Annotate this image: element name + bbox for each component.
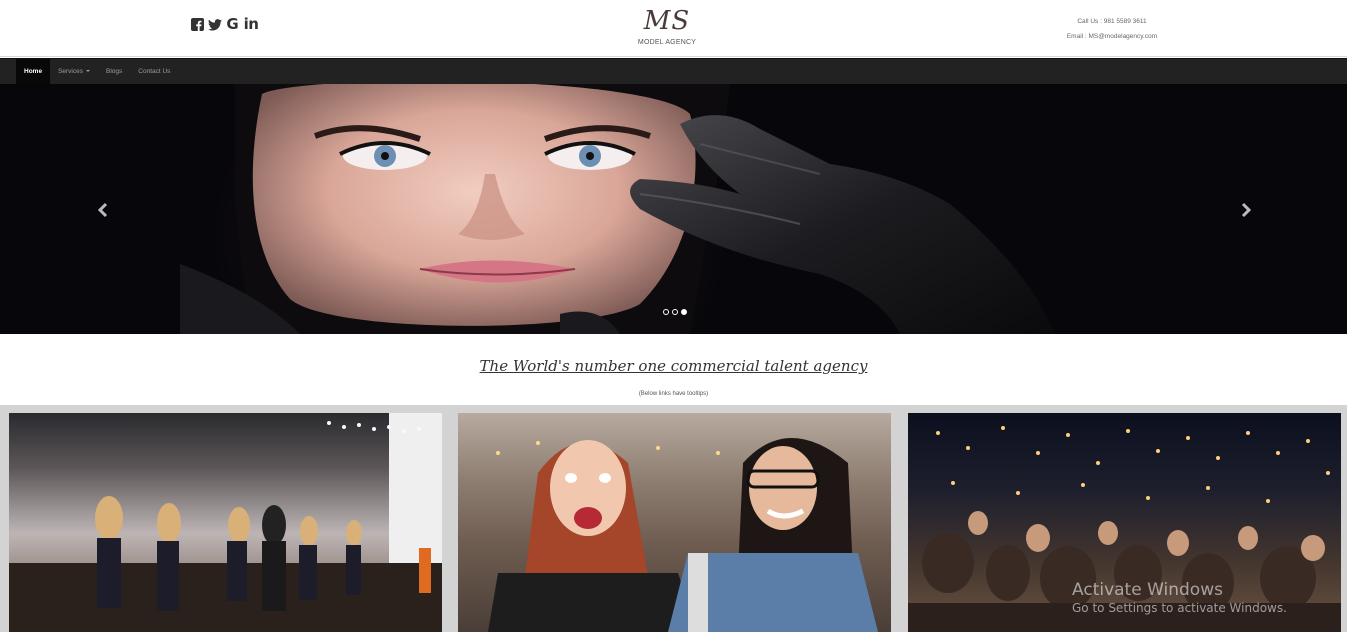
site-logo[interactable]: MS MODEL AGENCY	[617, 6, 717, 46]
nav-item-label: Services	[58, 68, 83, 75]
chevron-left-icon[interactable]	[96, 202, 110, 218]
watermark-subtitle: Go to Settings to activate Windows.	[1072, 601, 1287, 615]
linkedin-icon[interactable]: in	[243, 17, 259, 32]
runway-photo[interactable]	[9, 413, 442, 632]
logo-mark: MS	[643, 6, 691, 36]
watermark-title: Activate Windows	[1072, 580, 1223, 600]
friends-photo[interactable]	[458, 413, 891, 632]
facebook-icon[interactable]	[190, 17, 204, 32]
activate-windows-watermark: Activate Windows Go to Settings to activ…	[1072, 579, 1287, 616]
hero-carousel[interactable]	[0, 84, 1347, 334]
email-text: Email : MS@modelagency.com	[1066, 33, 1158, 40]
carousel-dot-active[interactable]	[681, 309, 687, 315]
carousel-dot[interactable]	[663, 309, 669, 315]
nav-item-blogs[interactable]: Blogs	[98, 59, 130, 84]
chevron-right-icon[interactable]	[1239, 202, 1253, 218]
tagline: The World's number one commercial talent…	[0, 357, 1347, 376]
nav-menu: Home Services Blogs Contact Us	[16, 59, 178, 84]
nav-item-contact[interactable]: Contact Us	[130, 59, 178, 84]
carousel-dot[interactable]	[672, 309, 678, 315]
carousel-indicators	[663, 309, 687, 315]
phone-text: Call Us : 981 5589 3611	[1077, 18, 1147, 25]
navbar: Home Services Blogs Contact Us	[0, 58, 1347, 84]
tagline-title[interactable]: The World's number one commercial talent…	[480, 357, 868, 375]
nav-item-services[interactable]: Services	[50, 59, 98, 84]
logo-subtitle: MODEL AGENCY	[637, 39, 697, 46]
tooltip-note: (Below links have tooltips)	[638, 391, 709, 397]
social-links: G in	[190, 17, 259, 32]
hero-image	[180, 84, 1055, 334]
contact-info: Call Us : 981 5589 3611 Email : MS@model…	[1052, 14, 1172, 44]
twitter-icon[interactable]	[208, 17, 222, 32]
google-icon[interactable]: G	[226, 17, 239, 32]
nav-item-home[interactable]: Home	[16, 59, 51, 84]
site-header: G in MS MODEL AGENCY Call Us : 981 5589 …	[0, 0, 1347, 57]
caret-down-icon	[86, 70, 90, 73]
